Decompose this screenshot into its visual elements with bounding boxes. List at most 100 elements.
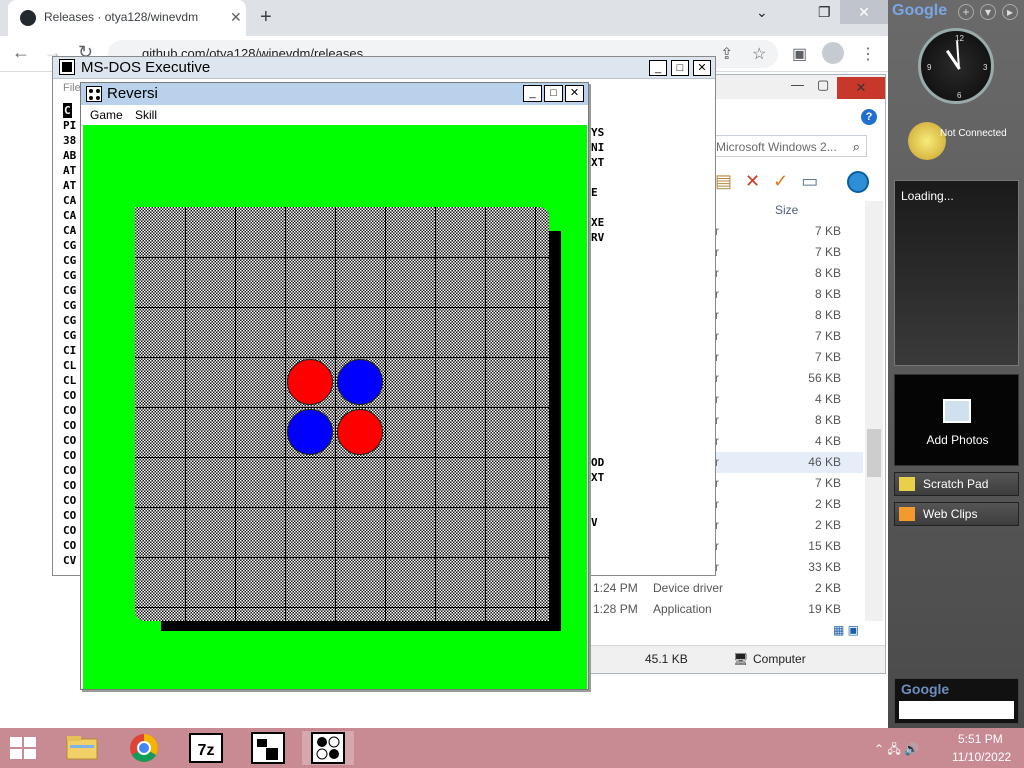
- reversi-icon[interactable]: [302, 731, 354, 765]
- browser-close-button[interactable]: ✕: [840, 0, 888, 24]
- dos-file-entry[interactable]: CO: [63, 539, 76, 552]
- clipboard-icon[interactable]: ▤: [715, 171, 732, 192]
- start-button[interactable]: [10, 737, 38, 761]
- scrollbar-thumb[interactable]: [867, 429, 881, 477]
- dos-file-entry[interactable]: AT: [63, 164, 76, 177]
- dos-file-entry[interactable]: 38: [63, 134, 76, 147]
- profile-avatar[interactable]: [822, 42, 844, 64]
- file-size: 56 KB: [808, 371, 841, 385]
- dos-file-entry[interactable]: CO: [63, 434, 76, 447]
- scratch-pad-gadget[interactable]: Scratch Pad: [894, 472, 1019, 496]
- tab-search-icon[interactable]: ⌄: [756, 4, 768, 21]
- dos-file-entry[interactable]: AT: [63, 179, 76, 192]
- maximize-button[interactable]: □: [544, 85, 563, 102]
- dos-file-entry[interactable]: CO: [63, 494, 76, 507]
- dos-file-entry[interactable]: CA: [63, 224, 76, 237]
- column-header-size[interactable]: Size: [775, 203, 798, 217]
- dos-file-entry[interactable]: XE: [591, 216, 604, 229]
- bookmark-star-icon[interactable]: ☆: [752, 44, 766, 64]
- dos-file-entry[interactable]: CV: [63, 554, 76, 567]
- dos-file-entry[interactable]: CO: [63, 509, 76, 522]
- maximize-icon[interactable]: ▢: [817, 77, 829, 93]
- minimize-button[interactable]: _: [649, 60, 667, 76]
- dos-file-entry[interactable]: CO: [63, 479, 76, 492]
- new-tab-button[interactable]: +: [260, 6, 272, 29]
- system-menu-icon[interactable]: [59, 59, 75, 75]
- back-icon[interactable]: ←: [12, 42, 30, 63]
- clock-gadget[interactable]: 12 3 6 9: [918, 28, 994, 104]
- dos-file-entry[interactable]: YS: [591, 126, 604, 139]
- slideshow-gadget[interactable]: Add Photos: [894, 374, 1019, 466]
- explorer-icon[interactable]: [56, 731, 108, 765]
- dos-file-entry[interactable]: RV: [591, 231, 604, 244]
- dos-file-entry[interactable]: XT: [591, 156, 604, 169]
- dos-file-entry[interactable]: CI: [63, 344, 76, 357]
- properties-icon[interactable]: ▭: [801, 171, 818, 192]
- globe-icon[interactable]: [847, 171, 869, 193]
- help-icon[interactable]: ?: [861, 109, 877, 125]
- explorer-search-input[interactable]: Microsoft Windows 2... ⌕: [709, 135, 867, 157]
- scroll-icon[interactable]: ▸: [1002, 4, 1018, 20]
- msdos-executive-icon[interactable]: [242, 731, 294, 765]
- dos-file-entry[interactable]: CG: [63, 329, 76, 342]
- system-tray-icons[interactable]: ⌃ 🖧 🔊: [874, 740, 919, 761]
- dos-file-entry[interactable]: CG: [63, 254, 76, 267]
- close-button[interactable]: ✕: [693, 60, 711, 76]
- dos-file-entry[interactable]: XT: [591, 471, 604, 484]
- dos-file-entry[interactable]: OD: [591, 456, 604, 469]
- maximize-button[interactable]: □: [671, 60, 689, 76]
- dos-file-entry[interactable]: C: [63, 103, 72, 118]
- delete-icon[interactable]: ✕: [745, 171, 760, 192]
- minimize-button[interactable]: _: [523, 85, 542, 102]
- clock-time[interactable]: 5:51 PM: [958, 732, 1003, 746]
- side-panel-icon[interactable]: ▣: [792, 44, 807, 64]
- dos-file-entry[interactable]: CO: [63, 524, 76, 537]
- dos-file-entry[interactable]: CG: [63, 239, 76, 252]
- reversi-app-icon[interactable]: [86, 86, 102, 102]
- clock-tick-3: 3: [983, 63, 988, 72]
- menu-file[interactable]: File: [63, 82, 81, 94]
- dos-file-entry[interactable]: CA: [63, 209, 76, 222]
- google-search-input[interactable]: [899, 701, 1014, 719]
- explorer-close-button[interactable]: ✕: [837, 77, 885, 99]
- 7zip-icon[interactable]: 7z: [180, 731, 232, 765]
- dos-file-entry[interactable]: CO: [63, 419, 76, 432]
- dos-file-entry[interactable]: CO: [63, 404, 76, 417]
- check-icon[interactable]: ✓: [773, 171, 788, 192]
- menu-game[interactable]: Game: [90, 108, 123, 122]
- chrome-icon[interactable]: [118, 731, 170, 765]
- dos-file-entry[interactable]: CG: [63, 314, 76, 327]
- share-icon[interactable]: ⇪: [720, 44, 733, 64]
- dos-file-entry[interactable]: CO: [63, 389, 76, 402]
- clock-date[interactable]: 11/10/2022: [952, 750, 1011, 764]
- dos-file-entry[interactable]: CA: [63, 194, 76, 207]
- menu-icon[interactable]: ⋮: [860, 44, 876, 64]
- game-board[interactable]: [135, 207, 549, 621]
- tab-close-icon[interactable]: ✕: [230, 9, 242, 26]
- dos-file-entry[interactable]: CG: [63, 269, 76, 282]
- dos-file-entry[interactable]: CG: [63, 299, 76, 312]
- minimize-icon[interactable]: —: [791, 77, 804, 92]
- dos-file-entry[interactable]: CO: [63, 464, 76, 477]
- explorer-scrollbar[interactable]: [865, 201, 883, 621]
- feed-gadget[interactable]: Loading...: [894, 180, 1019, 366]
- file-row[interactable]: 1:24 PM Device driver 2 KB: [591, 578, 863, 599]
- dos-file-entry[interactable]: CL: [63, 359, 76, 372]
- web-clips-gadget[interactable]: Web Clips: [894, 502, 1019, 526]
- dos-file-entry[interactable]: CG: [63, 284, 76, 297]
- dos-file-entry[interactable]: CL: [63, 374, 76, 387]
- tab-releases[interactable]: Releases · otya128/winevdm ✕: [8, 0, 246, 36]
- file-row[interactable]: 1:28 PM Application 19 KB: [591, 599, 863, 620]
- dos-file-entry[interactable]: NI: [591, 141, 604, 154]
- menu-skill[interactable]: Skill: [135, 108, 157, 122]
- dropdown-icon[interactable]: ▾: [980, 4, 996, 20]
- close-button[interactable]: ✕: [565, 85, 584, 102]
- add-gadget-icon[interactable]: +: [958, 4, 974, 20]
- dos-file-entry[interactable]: CO: [63, 449, 76, 462]
- restore-icon[interactable]: ❐: [818, 4, 831, 21]
- dos-file-entry[interactable]: V: [591, 516, 598, 529]
- dos-file-entry[interactable]: AB: [63, 149, 76, 162]
- dos-file-entry[interactable]: PI: [63, 119, 76, 132]
- dos-file-entry[interactable]: E: [591, 186, 598, 199]
- view-toggle-icons[interactable]: ▦ ▣: [833, 623, 859, 637]
